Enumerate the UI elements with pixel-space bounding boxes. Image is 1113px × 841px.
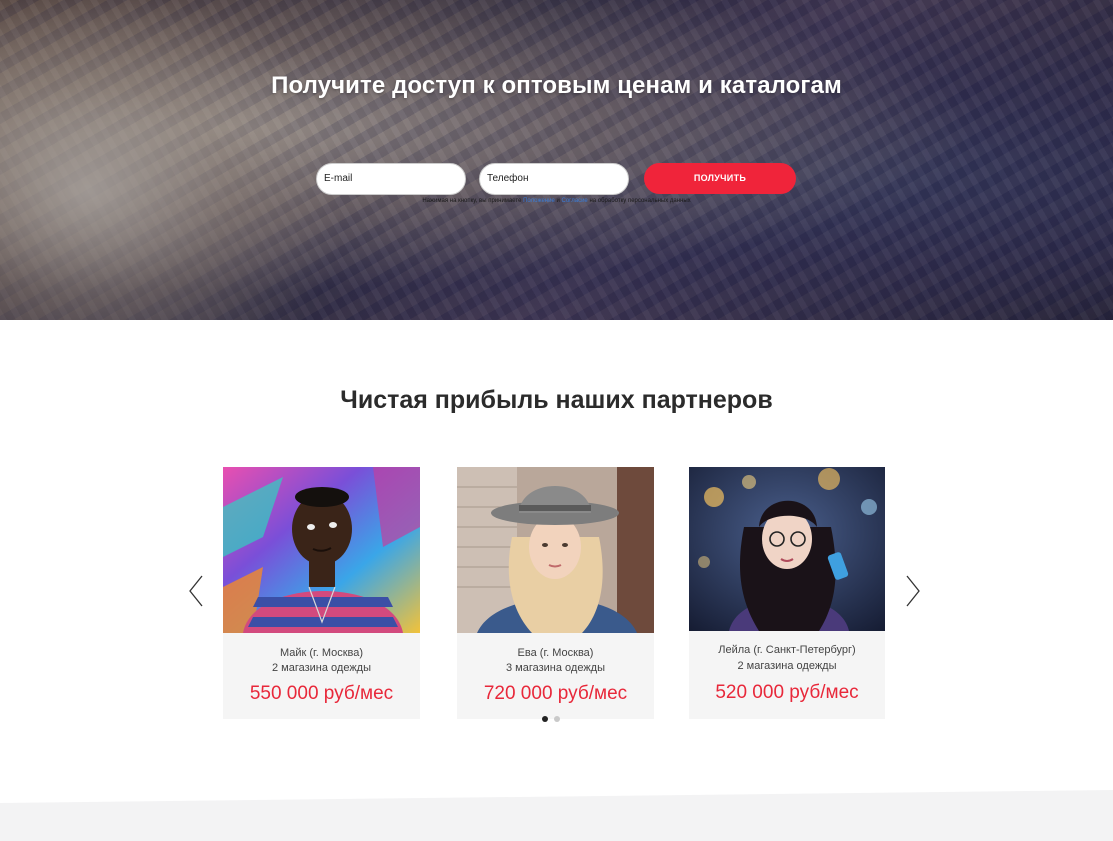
consent-suffix: на обработку персональных данных (589, 198, 691, 204)
partner-avatar-leila (689, 467, 885, 631)
partner-card: Лейла (г. Санкт-Петербург) 2 магазина од… (689, 467, 885, 719)
partner-photo (223, 467, 420, 633)
consent-prefix: Нажимая на кнопку, вы принимаете (422, 198, 522, 204)
partner-name: Майк (г. Москва) (279, 647, 364, 659)
next-section-edge (0, 790, 1113, 841)
slider-pagination (540, 716, 564, 724)
partner-avatar-mike (223, 467, 420, 633)
hero-overlay (0, 0, 1113, 320)
partner-name: Лейла (г. Санкт-Петербург) (718, 644, 856, 656)
partner-shops: 3 магазина одежды (505, 662, 606, 674)
phone-field[interactable]: Телефон (479, 163, 629, 195)
email-field[interactable]: E-mail (316, 163, 466, 195)
partner-shops: 2 магазина одежды (737, 660, 837, 672)
lead-form: E-mail Телефон ПОЛУЧИТЬ (316, 163, 796, 195)
partners-title: Чистая прибыль наших партнеров (340, 386, 773, 414)
chevron-right-icon[interactable] (904, 575, 922, 607)
partner-shops: 2 магазина одежды (271, 662, 372, 674)
partner-income: 520 000 руб/мес (715, 682, 859, 703)
partner-income: 720 000 руб/мес (483, 683, 628, 704)
consent-link-agreement[interactable]: Согласие (562, 198, 588, 204)
partner-photo (457, 467, 654, 633)
hero-banner: Получите доступ к оптовым ценам и катало… (0, 0, 1113, 320)
hero-title: Получите доступ к оптовым ценам и катало… (271, 72, 842, 99)
submit-button[interactable]: ПОЛУЧИТЬ (644, 163, 796, 194)
partner-avatar-eva (457, 467, 654, 633)
partner-photo (689, 467, 885, 631)
consent-text: Нажимая на кнопку, вы принимаете Положен… (0, 198, 1113, 204)
partner-card: Майк (г. Москва) 2 магазина одежды 550 0… (223, 467, 420, 719)
consent-link-regulation[interactable]: Положение (523, 198, 555, 204)
partner-card: Ева (г. Москва) 3 магазина одежды 720 00… (457, 467, 654, 719)
slider-dot-active[interactable] (542, 716, 548, 722)
chevron-left-icon[interactable] (187, 575, 205, 607)
consent-and: и (556, 198, 560, 204)
partner-name: Ева (г. Москва) (517, 647, 594, 659)
partner-income: 550 000 руб/мес (249, 683, 394, 704)
slider-dot[interactable] (554, 716, 560, 722)
